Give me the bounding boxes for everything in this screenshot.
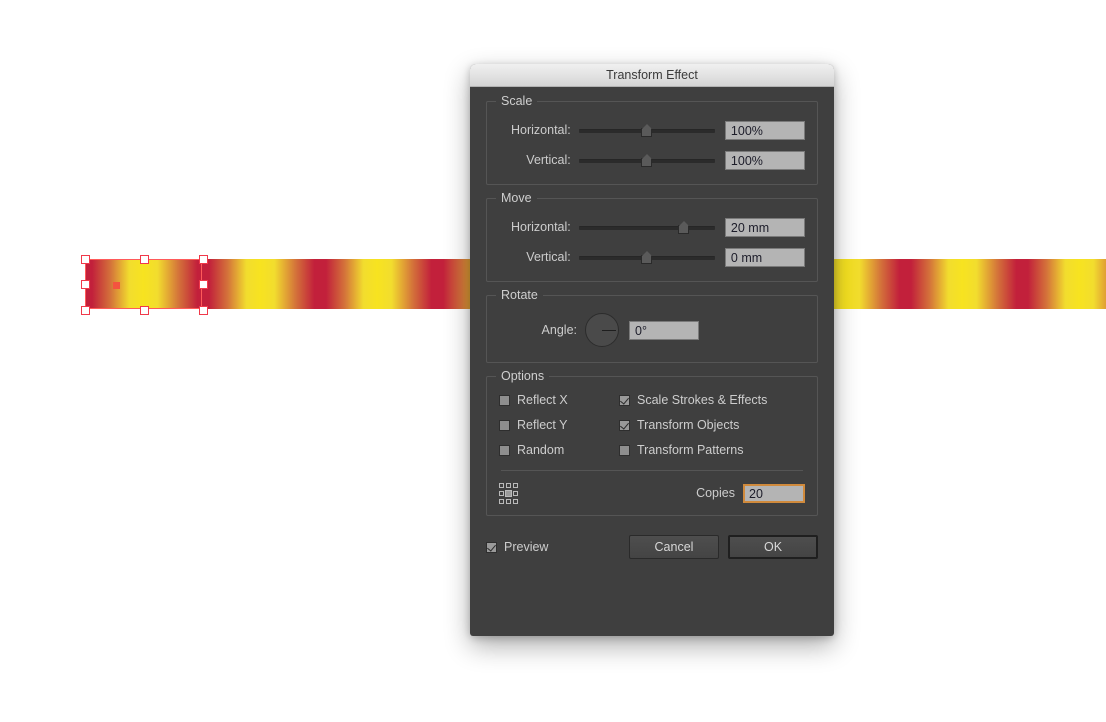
checkbox-checked-icon[interactable] (619, 394, 630, 406)
transform-effect-dialog: Transform Effect Scale Horizontal: 100% … (470, 64, 834, 636)
scale-horizontal-input[interactable]: 100% (724, 120, 805, 140)
move-vertical-slider[interactable] (578, 249, 715, 265)
checkbox-reflect-x[interactable]: Reflect X (499, 393, 619, 407)
checkbox-icon[interactable] (499, 419, 510, 431)
angle-dial-icon[interactable] (585, 313, 619, 347)
reference-point-svg (499, 482, 518, 504)
scale-vertical-label: Vertical: (526, 153, 571, 167)
move-horizontal-slider[interactable] (578, 219, 715, 235)
move-vertical-row: Vertical: 0 mm (499, 245, 805, 269)
checkbox-reflect-y[interactable]: Reflect Y (499, 418, 619, 432)
checkbox-icon[interactable] (499, 394, 510, 406)
move-group-legend: Move (496, 191, 537, 205)
checkbox-scale-strokes[interactable]: Scale Strokes & Effects (619, 393, 805, 407)
checkbox-transform-objects[interactable]: Transform Objects (619, 418, 805, 432)
move-vertical-label: Vertical: (526, 250, 571, 264)
checkbox-checked-icon[interactable] (486, 541, 497, 553)
move-horizontal-input[interactable]: 20 mm (724, 217, 805, 237)
scale-vertical-slider[interactable] (578, 152, 715, 168)
angle-dial-needle (602, 330, 616, 331)
rotate-angle-row: Angle: 0° (499, 312, 805, 348)
slider-thumb[interactable] (641, 251, 653, 264)
rotate-group-legend: Rotate (496, 288, 543, 302)
scale-group-legend: Scale (496, 94, 538, 108)
copies-input[interactable]: 20 (743, 483, 805, 503)
checkbox-icon[interactable] (499, 444, 510, 456)
scale-horizontal-slider[interactable] (578, 122, 715, 138)
slider-thumb[interactable] (641, 124, 653, 137)
dialog-title: Transform Effect (606, 68, 698, 82)
move-vertical-input[interactable]: 0 mm (724, 247, 805, 267)
slider-thumb[interactable] (678, 221, 690, 234)
scale-vertical-input[interactable]: 100% (724, 150, 805, 170)
checkbox-label: Scale Strokes & Effects (637, 393, 768, 407)
rotate-group: Rotate Angle: 0° (486, 288, 818, 363)
move-group: Move Horizontal: 20 mm Vertical: 0 mm (486, 191, 818, 282)
dialog-body: Scale Horizontal: 100% Vertical: 100% Mo… (470, 87, 834, 516)
copies-label: Copies (696, 486, 735, 500)
checkbox-label: Preview (504, 540, 549, 554)
checkbox-label: Transform Objects (637, 418, 740, 432)
slider-track (578, 226, 715, 230)
slider-thumb[interactable] (641, 154, 653, 167)
checkbox-label: Transform Patterns (637, 443, 744, 457)
checkbox-label: Reflect X (517, 393, 568, 407)
scale-horizontal-label: Horizontal: (511, 123, 571, 137)
scale-group: Scale Horizontal: 100% Vertical: 100% (486, 94, 818, 185)
checkbox-label: Random (517, 443, 565, 457)
checkbox-icon[interactable] (619, 444, 630, 456)
move-horizontal-label: Horizontal: (511, 220, 571, 234)
options-divider (501, 470, 803, 471)
options-checkbox-grid: Reflect X Scale Strokes & Effects Reflec… (499, 393, 805, 457)
dialog-footer: Preview Cancel OK (470, 529, 834, 559)
checkbox-checked-icon[interactable] (619, 419, 630, 431)
move-horizontal-row: Horizontal: 20 mm (499, 215, 805, 239)
copies-row: Copies 20 (499, 481, 805, 505)
checkbox-label: Reflect Y (517, 418, 568, 432)
scale-horizontal-row: Horizontal: 100% (499, 118, 805, 142)
cancel-button[interactable]: Cancel (629, 535, 719, 559)
dialog-titlebar[interactable]: Transform Effect (470, 64, 834, 87)
rotate-angle-label: Angle: (541, 323, 577, 337)
rotate-angle-input[interactable]: 0° (629, 320, 699, 340)
options-group: Options Reflect X Scale Strokes & Effect… (486, 369, 818, 516)
reference-point-grid-icon[interactable] (499, 482, 518, 504)
checkbox-preview[interactable]: Preview (486, 540, 548, 554)
checkbox-transform-patterns[interactable]: Transform Patterns (619, 443, 805, 457)
checkbox-random[interactable]: Random (499, 443, 619, 457)
ok-button[interactable]: OK (728, 535, 818, 559)
options-group-legend: Options (496, 369, 550, 383)
scale-vertical-row: Vertical: 100% (499, 148, 805, 172)
